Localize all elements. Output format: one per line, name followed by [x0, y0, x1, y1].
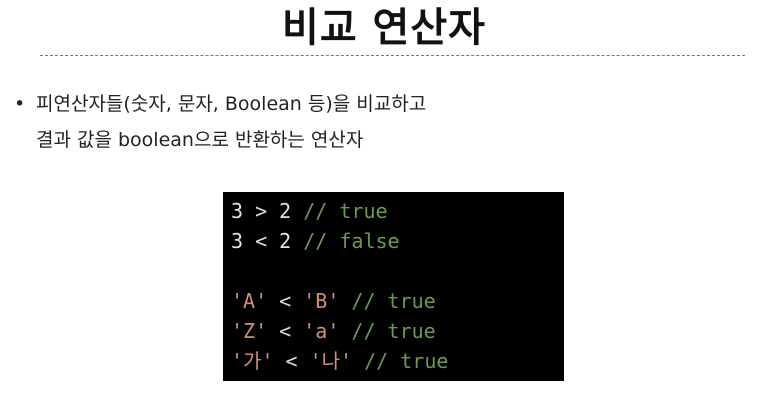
dashed-divider — [40, 55, 745, 56]
code-token-comment: // true — [352, 349, 449, 373]
bullet-text: 피연산자들(숫자, 문자, Boolean 등)을 비교하고 결과 값을 boo… — [36, 86, 426, 158]
code-token-string: '나' — [309, 349, 353, 373]
code-token-comment: // true — [291, 199, 388, 223]
bullet-line-1: 피연산자들(숫자, 문자, Boolean 등)을 비교하고 — [36, 93, 427, 115]
code-token-string: '가' — [231, 349, 274, 373]
code-token-comment: // false — [291, 229, 400, 253]
code-token-string: 'a' — [303, 319, 340, 343]
code-line: 'Z' < 'a' // true — [231, 316, 564, 346]
bullet-item: • 피연산자들(숫자, 문자, Boolean 등)을 비교하고 결과 값을 b… — [14, 86, 426, 158]
code-token-string: 'B' — [303, 289, 340, 313]
code-token-operator: < — [267, 289, 304, 313]
code-line: 3 > 2 // true — [231, 196, 564, 226]
code-block: 3 > 2 // true 3 < 2 // false 'A' < 'B' // … — [223, 192, 564, 381]
code-token-operator: < — [273, 349, 310, 373]
code-token-number: 3 — [231, 229, 244, 253]
code-token-number: 3 — [231, 199, 244, 223]
bullet-icon: • — [14, 93, 26, 115]
code-token-comment: // true — [339, 289, 436, 313]
code-token-operator: > — [243, 199, 280, 223]
code-token-operator: < — [267, 319, 304, 343]
bullet-line-2: 결과 값을 boolean으로 반환하는 연산자 — [36, 129, 364, 151]
code-line: 'A' < 'B' // true — [231, 286, 564, 316]
code-line: 3 < 2 // false — [231, 226, 564, 256]
code-token-comment: // true — [339, 319, 436, 343]
code-token-number: 2 — [279, 229, 292, 253]
code-line: '가' < '나' // true — [231, 346, 564, 376]
code-token-number: 2 — [279, 199, 292, 223]
code-token-string: 'Z' — [231, 319, 268, 343]
code-token-operator: < — [243, 229, 280, 253]
slide-title: 비교 연산자 — [282, 5, 486, 51]
code-token-string: 'A' — [231, 289, 268, 313]
